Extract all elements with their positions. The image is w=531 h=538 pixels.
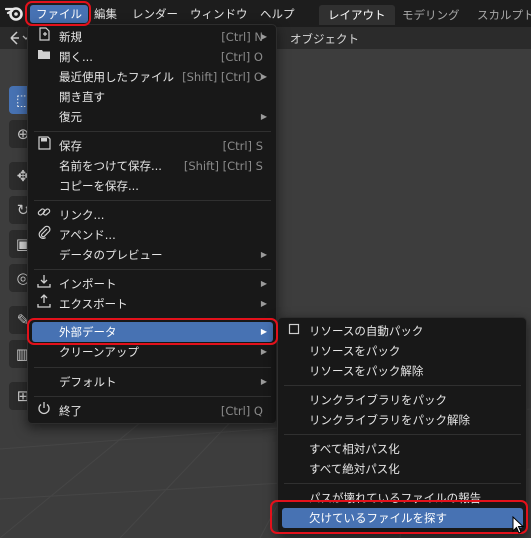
menu-divider	[34, 367, 271, 368]
submenu-arrow-icon: ▶	[260, 112, 267, 121]
menu-item-link[interactable]: リンク...	[32, 205, 273, 225]
tab-sculpt[interactable]: スカルプト	[468, 5, 531, 25]
tab-modeling[interactable]: モデリング	[393, 5, 469, 25]
tab-layout[interactable]: レイアウト	[319, 5, 395, 25]
menu-item-report-missing-files[interactable]: パスが壊れているファイルの報告	[282, 488, 523, 508]
menu-item-unpack-linked-libraries[interactable]: リンクライブラリをパック解除	[282, 410, 523, 430]
submenu-arrow-icon: ▶	[260, 279, 267, 288]
menu-item-find-missing-files[interactable]: 欠けているファイルを探す	[282, 508, 523, 528]
link-icon	[36, 205, 52, 225]
power-icon	[36, 401, 52, 421]
submenu-arrow-icon: ▶	[260, 347, 267, 356]
menu-divider	[284, 483, 521, 484]
menu-divider	[34, 318, 271, 319]
menu-divider	[284, 385, 521, 386]
menu-item-defaults[interactable]: デフォルト ▶	[32, 372, 273, 392]
save-icon	[36, 136, 52, 156]
menu-item-open[interactable]: 開く... [Ctrl] O	[32, 47, 273, 67]
submenu-arrow-icon: ▶	[260, 72, 267, 81]
menu-render[interactable]: レンダー	[126, 5, 184, 23]
menu-item-new[interactable]: 新規 [Ctrl] N ▶	[32, 27, 273, 47]
menu-item-revert[interactable]: 開き直す	[32, 87, 273, 107]
export-icon	[36, 294, 52, 314]
folder-icon	[36, 47, 52, 67]
menu-divider	[34, 200, 271, 201]
menu-item-import[interactable]: インポート ▶	[32, 274, 273, 294]
file-menu: 新規 [Ctrl] N ▶ 開く... [Ctrl] O 最近使用したファイル …	[27, 24, 277, 424]
menu-divider	[34, 131, 271, 132]
menu-item-pack-linked-libraries[interactable]: リンクライブラリをパック	[282, 390, 523, 410]
menu-item-pack-resources[interactable]: リソースをパック	[282, 341, 523, 361]
menu-item-make-paths-absolute[interactable]: すべて絶対パス化	[282, 459, 523, 479]
submenu-arrow-icon: ▶	[260, 327, 267, 336]
menu-help[interactable]: ヘルプ	[254, 5, 301, 23]
menu-window[interactable]: ウィンドウ	[184, 5, 254, 23]
external-data-submenu: リソースの自動パック リソースをパック リソースをパック解除 リンクライブラリを…	[277, 317, 527, 534]
menu-item-save-copy[interactable]: コピーを保存...	[32, 176, 273, 196]
menu-item-quit[interactable]: 終了 [Ctrl] Q	[32, 401, 273, 421]
object-menu[interactable]: オブジェクト	[290, 31, 359, 47]
top-bar: ファイル 編集 レンダー ウィンドウ ヘルプ レイアウト モデリング スカルプト	[0, 0, 531, 27]
submenu-arrow-icon: ▶	[260, 299, 267, 308]
paperclip-icon	[36, 225, 52, 245]
menu-item-append[interactable]: アペンド...	[32, 225, 273, 245]
menu-item-make-paths-relative[interactable]: すべて相対パス化	[282, 439, 523, 459]
submenu-arrow-icon: ▶	[260, 377, 267, 386]
menu-item-auto-pack[interactable]: リソースの自動パック	[282, 321, 523, 341]
new-file-icon	[36, 27, 52, 47]
menu-divider	[284, 434, 521, 435]
mouse-cursor-icon	[512, 515, 526, 536]
menu-item-cleanup[interactable]: クリーンアップ ▶	[32, 342, 273, 362]
checkbox-icon[interactable]	[286, 321, 302, 341]
menu-edit[interactable]: 編集	[88, 5, 123, 23]
menu-item-recent[interactable]: 最近使用したファイル [Shift] [Ctrl] O ▶	[32, 67, 273, 87]
submenu-arrow-icon: ▶	[260, 32, 267, 41]
menu-divider	[34, 269, 271, 270]
menu-item-unpack-resources[interactable]: リソースをパック解除	[282, 361, 523, 381]
menu-item-recover[interactable]: 復元 ▶	[32, 107, 273, 127]
menu-item-save[interactable]: 保存 [Ctrl] S	[32, 136, 273, 156]
menu-item-external-data[interactable]: 外部データ ▶	[32, 322, 273, 342]
menu-item-save-as[interactable]: 名前をつけて保存... [Shift] [Ctrl] S	[32, 156, 273, 176]
menu-item-export[interactable]: エクスポート ▶	[32, 294, 273, 314]
menu-divider	[34, 396, 271, 397]
blender-logo-icon[interactable]	[4, 3, 25, 23]
submenu-arrow-icon: ▶	[260, 250, 267, 259]
menu-item-data-preview[interactable]: データのプレビュー ▶	[32, 245, 273, 265]
import-icon	[36, 274, 52, 294]
menu-file[interactable]: ファイル	[30, 5, 88, 23]
